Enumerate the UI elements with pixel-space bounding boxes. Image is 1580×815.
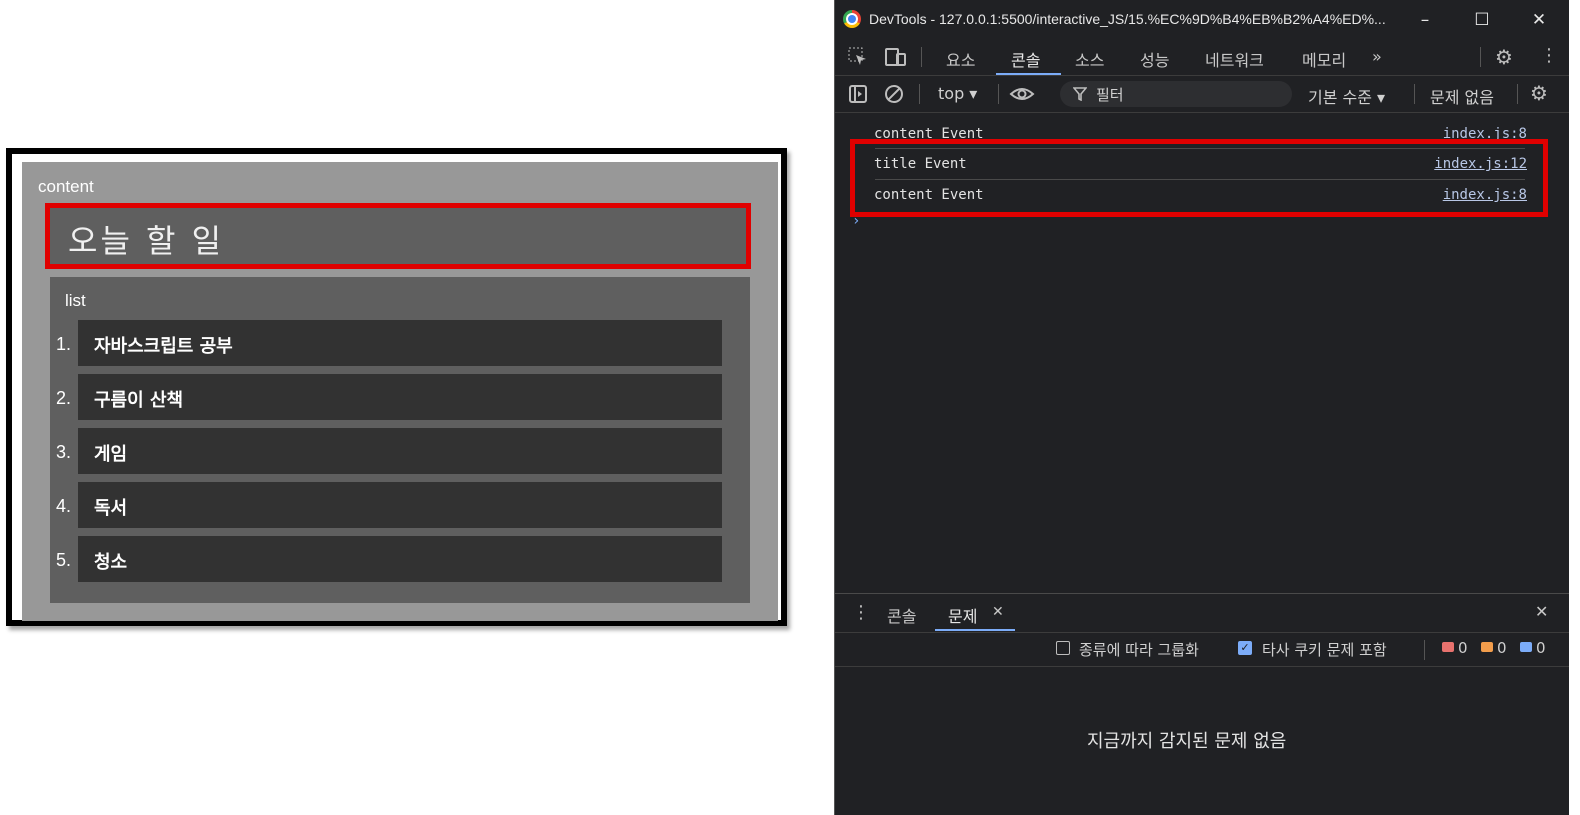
info-count: 0 — [1536, 639, 1546, 657]
drawer-tabs-bar: ⋮ 콘솔 문제 ✕ ✕ — [835, 593, 1569, 633]
highlight-box — [850, 139, 1548, 217]
divider — [1424, 640, 1425, 660]
settings-gear-icon[interactable]: ⚙ — [1495, 45, 1513, 69]
tab-memory[interactable]: 메모리 — [1302, 47, 1346, 71]
tab-performance[interactable]: 성능 — [1140, 47, 1169, 71]
list-item-number: 1. — [56, 334, 72, 354]
list-item-bar[interactable]: 청소 — [78, 536, 722, 582]
close-window-button[interactable]: ✕ — [1519, 6, 1559, 34]
window-title: DevTools - 127.0.0.1:5500/interactive_JS… — [869, 11, 1386, 27]
tab-console[interactable]: 콘솔 — [1011, 47, 1040, 71]
list-item-bar[interactable]: 독서 — [78, 482, 722, 528]
divider — [919, 84, 920, 104]
divider — [1517, 84, 1518, 104]
chrome-icon — [843, 10, 861, 28]
drawer-menu-icon[interactable]: ⋮ — [852, 602, 870, 623]
list-item-text: 구름이 산책 — [94, 390, 184, 411]
list-item[interactable]: 1. 자바스크립트 공부 — [50, 320, 750, 374]
title-box[interactable]: 오늘 할 일 — [45, 203, 751, 269]
more-options-icon[interactable]: ⋮ — [1540, 45, 1558, 66]
tab-sources[interactable]: 소스 — [1075, 47, 1104, 71]
no-issues-message: 지금까지 감지된 문제 없음 — [1087, 731, 1287, 752]
list-item[interactable]: 5. 청소 — [50, 536, 750, 590]
sidebar-toggle-icon[interactable] — [848, 84, 868, 104]
console-settings-gear-icon[interactable]: ⚙ — [1530, 81, 1548, 105]
list-item-number: 4. — [56, 496, 72, 516]
content-container[interactable]: content 오늘 할 일 list 1. 자바스크립트 공부 2. 구름이 … — [22, 162, 778, 621]
list-item[interactable]: 3. 게임 — [50, 428, 750, 482]
window-titlebar[interactable]: DevTools - 127.0.0.1:5500/interactive_JS… — [835, 0, 1569, 39]
minimize-button[interactable]: – — [1405, 6, 1445, 34]
list-item[interactable]: 4. 독서 — [50, 482, 750, 536]
inspect-element-icon[interactable] — [848, 47, 868, 67]
list-item-text: 게임 — [94, 444, 128, 465]
info-icon — [1520, 642, 1532, 652]
page-title: 오늘 할 일 — [68, 222, 225, 260]
error-count: 0 — [1458, 639, 1468, 657]
third-party-label: 타사 쿠키 문제 포함 — [1262, 641, 1387, 659]
list-item-text: 독서 — [94, 498, 128, 519]
more-tabs-icon[interactable]: » — [1372, 47, 1382, 66]
list-item-bar[interactable]: 게임 — [78, 428, 722, 474]
drawer-tab-console[interactable]: 콘솔 — [887, 603, 916, 627]
active-tab-indicator — [996, 73, 1061, 75]
list-item-bar[interactable]: 자바스크립트 공부 — [78, 320, 722, 366]
divider — [921, 47, 922, 67]
device-toolbar-icon[interactable] — [883, 47, 907, 67]
issues-status[interactable]: 문제 없음 — [1430, 84, 1494, 108]
filter-placeholder: 필터 — [1096, 86, 1124, 104]
filter-input[interactable]: 필터 — [1060, 81, 1292, 107]
content-label: content — [38, 177, 94, 196]
clear-console-icon[interactable] — [884, 84, 904, 104]
warning-icon — [1481, 642, 1493, 652]
tab-elements[interactable]: 요소 — [946, 47, 975, 71]
divider — [1414, 84, 1415, 104]
list-item-number: 3. — [56, 442, 72, 462]
list-label: list — [65, 291, 86, 310]
list-container[interactable]: list 1. 자바스크립트 공부 2. 구름이 산책 3. 게임 4. 독서 — [50, 277, 750, 603]
tab-network[interactable]: 네트워크 — [1205, 47, 1264, 71]
filter-icon — [1073, 87, 1087, 101]
divider — [1480, 47, 1481, 67]
devtools-window: DevTools - 127.0.0.1:5500/interactive_JS… — [834, 0, 1569, 815]
todo-list: 1. 자바스크립트 공부 2. 구름이 산책 3. 게임 4. 독서 5. 청소 — [50, 320, 750, 590]
active-drawer-tab-indicator — [935, 629, 1015, 631]
live-expression-eye-icon[interactable] — [1009, 84, 1035, 104]
close-tab-icon[interactable]: ✕ — [992, 604, 1004, 620]
page-preview: content 오늘 할 일 list 1. 자바스크립트 공부 2. 구름이 … — [6, 148, 787, 626]
context-selector[interactable]: top ▾ — [938, 84, 977, 103]
drawer-tab-issues[interactable]: 문제 — [948, 603, 977, 627]
third-party-checkbox[interactable]: ✓ — [1238, 641, 1252, 655]
log-level-selector[interactable]: 기본 수준 ▾ — [1308, 84, 1385, 108]
error-icon — [1442, 642, 1454, 652]
close-drawer-icon[interactable]: ✕ — [1535, 602, 1548, 621]
list-item-text: 자바스크립트 공부 — [94, 336, 233, 357]
console-toolbar: top ▾ 필터 기본 수준 ▾ 문제 없음 ⚙ — [835, 76, 1569, 113]
divider — [998, 84, 999, 104]
warning-count: 0 — [1497, 639, 1507, 657]
list-item-bar[interactable]: 구름이 산책 — [78, 374, 722, 420]
issues-toolbar: 종류에 따라 그룹화 ✓ 타사 쿠키 문제 포함 0 0 0 — [835, 632, 1569, 667]
group-by-kind-label: 종류에 따라 그룹화 — [1079, 641, 1199, 659]
maximize-button[interactable]: ☐ — [1462, 6, 1502, 34]
list-item-number: 2. — [56, 388, 72, 408]
list-item[interactable]: 2. 구름이 산책 — [50, 374, 750, 428]
list-item-number: 5. — [56, 550, 72, 570]
panel-tabs-bar: 요소 콘솔 소스 성능 네트워크 메모리 » ⚙ ⋮ — [835, 39, 1569, 76]
group-by-kind-checkbox[interactable] — [1056, 641, 1070, 655]
list-item-text: 청소 — [94, 552, 128, 573]
